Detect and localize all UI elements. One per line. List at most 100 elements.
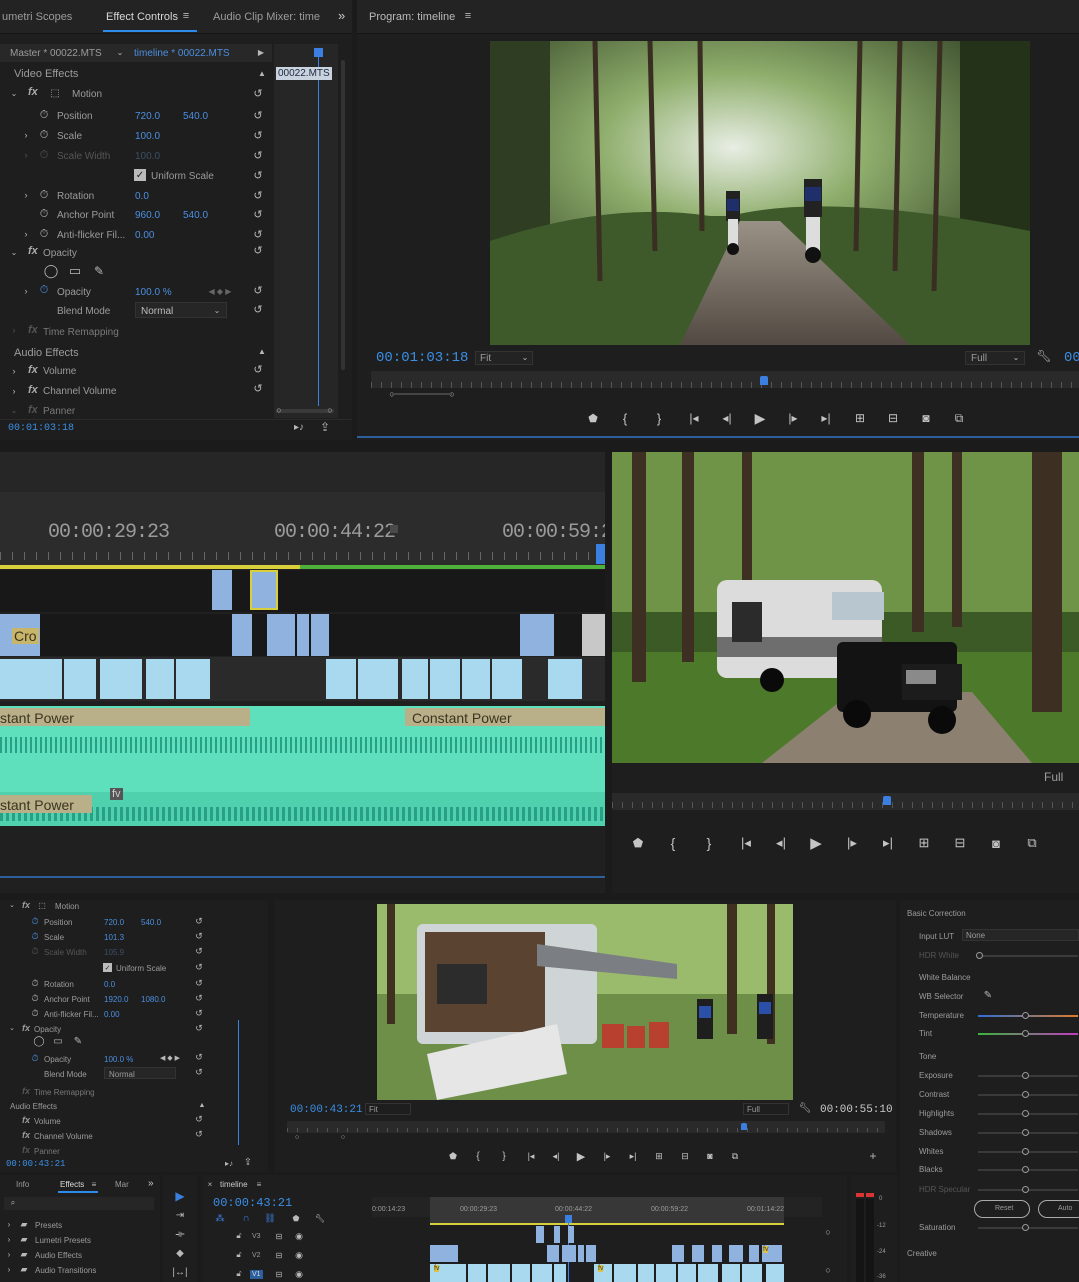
slider-knob[interactable]	[1022, 1110, 1029, 1117]
program-timecode[interactable]: 00:00:43:21	[290, 1104, 363, 1116]
reset-icon[interactable]: ↺	[252, 303, 264, 316]
contrast-slider[interactable]	[978, 1091, 1078, 1098]
list-item[interactable]: › ▰ Audio Effects	[0, 1248, 160, 1262]
reset-icon[interactable]: ↺	[194, 931, 204, 941]
property-value-2[interactable]: 540.0	[183, 111, 208, 122]
lock-icon[interactable]: 🔓︎	[234, 1231, 244, 1241]
pen-mask-icon[interactable]: ✎	[72, 1036, 84, 1047]
chevron-right-icon[interactable]: ›	[22, 130, 30, 140]
slider-knob[interactable]	[1022, 1091, 1029, 1098]
reset-icon[interactable]: ↺	[194, 1114, 204, 1124]
eyedropper-icon[interactable]: ✎	[982, 989, 994, 1001]
track-label[interactable]: V1	[250, 1270, 263, 1279]
nest-icon[interactable]: ⁂	[214, 1213, 226, 1223]
rectangle-mask-icon[interactable]: ▭	[67, 263, 83, 278]
clip-v3[interactable]	[250, 570, 278, 610]
mark-in-icon[interactable]: {	[466, 1151, 490, 1162]
stopwatch-icon[interactable]: ⏱	[38, 284, 50, 296]
property-value-1[interactable]: 0.00	[104, 1010, 120, 1019]
reset-icon[interactable]: ↺	[252, 87, 264, 100]
collapse-icon[interactable]: ▲	[198, 1101, 206, 1109]
tab-effect-controls[interactable]: Effect Controls	[106, 11, 178, 23]
eye-icon[interactable]: ◉	[294, 1269, 304, 1279]
camera-icon[interactable]: ◙	[909, 411, 943, 425]
tabs-overflow-icon[interactable]: »	[338, 8, 345, 23]
reset-icon[interactable]: ↺	[252, 382, 264, 395]
camera-icon[interactable]: ◙	[698, 1151, 722, 1161]
stopwatch-icon[interactable]: ⏱	[30, 978, 40, 988]
scroll-handle-icon[interactable]: ○	[823, 1265, 833, 1275]
go-to-out-icon[interactable]: ▸|	[809, 411, 843, 425]
chevron-down-icon[interactable]: ⌄	[10, 88, 18, 98]
property-value-1[interactable]: 720.0	[104, 918, 124, 927]
slider-knob[interactable]	[1022, 1129, 1029, 1136]
clip-v2[interactable]	[578, 1245, 584, 1262]
rectangle-mask-icon[interactable]: ▭	[52, 1036, 64, 1047]
go-to-out-icon[interactable]: ▸|	[620, 1151, 646, 1162]
clip-v1[interactable]	[614, 1264, 636, 1282]
reset-icon[interactable]: ↺	[194, 978, 204, 988]
clip-v1[interactable]	[638, 1264, 654, 1282]
sequence-clip-label[interactable]: timeline * 00022.MTS	[134, 48, 230, 59]
property-value-1[interactable]: 0.0	[135, 191, 149, 202]
step-back-icon[interactable]: ◂|	[711, 411, 743, 425]
list-item[interactable]: › ▰ Video Effects	[0, 1278, 160, 1282]
clip-v2[interactable]	[586, 1245, 596, 1262]
clip-v2[interactable]	[712, 1245, 722, 1262]
clip-v2[interactable]	[311, 614, 329, 656]
step-back-icon[interactable]: ◂|	[544, 1151, 568, 1162]
zoom-handle-icon[interactable]: ○	[325, 405, 335, 415]
slider-knob[interactable]	[1022, 1148, 1029, 1155]
white-balance-heading[interactable]: White Balance	[919, 973, 971, 982]
source-clip-label[interactable]: Master * 00022.MTS	[10, 48, 102, 59]
sync-lock-icon[interactable]: ⊟	[274, 1231, 284, 1241]
clip-v1[interactable]	[722, 1264, 740, 1282]
reset-icon[interactable]: ↺	[252, 363, 264, 376]
sync-lock-icon[interactable]: ⊟	[274, 1269, 284, 1279]
ellipse-mask-icon[interactable]: ◯	[43, 263, 59, 278]
slider-knob[interactable]	[1022, 1186, 1029, 1193]
resolution-value[interactable]: Full	[1044, 770, 1063, 784]
clip-v1[interactable]	[326, 659, 356, 699]
chevron-down-icon[interactable]: ⌄	[10, 405, 18, 415]
effects-search-input[interactable]	[4, 1197, 154, 1210]
property-value-2[interactable]: 1080.0	[141, 995, 165, 1004]
shadows-slider[interactable]	[978, 1129, 1078, 1136]
play-icon[interactable]: ▶	[798, 834, 834, 852]
property-value-1[interactable]: 100.0	[135, 131, 160, 142]
clip-v1[interactable]	[64, 659, 96, 699]
blacks-slider[interactable]	[978, 1166, 1078, 1173]
close-icon[interactable]: ×	[206, 1179, 214, 1189]
opacity-value[interactable]: 100.0 %	[104, 1055, 133, 1064]
play-triangle-icon[interactable]: ▶	[257, 47, 265, 57]
playhead-marker[interactable]	[596, 544, 605, 564]
mark-in-icon[interactable]: {	[656, 835, 690, 851]
reset-icon[interactable]: ↺	[252, 129, 264, 142]
slider-knob[interactable]	[1022, 1166, 1029, 1173]
camera-icon[interactable]: ◙	[978, 836, 1014, 851]
stopwatch-icon[interactable]: ⏱	[38, 228, 50, 240]
clip-v1[interactable]	[430, 659, 460, 699]
clip-v1[interactable]	[0, 659, 62, 699]
list-item[interactable]: › ▰ Lumetri Presets	[0, 1233, 160, 1247]
clip-v1[interactable]	[462, 659, 490, 699]
extract-icon[interactable]: ⊟	[877, 411, 909, 425]
clip-v1[interactable]	[766, 1264, 784, 1282]
go-to-in-icon[interactable]: |◂	[728, 835, 764, 851]
add-marker-icon[interactable]: ⬟	[290, 1213, 302, 1223]
mark-out-icon[interactable]: }	[690, 835, 728, 851]
sync-lock-icon[interactable]: ⊟	[274, 1250, 284, 1260]
program-timecode[interactable]: 00:01:03:18	[376, 350, 468, 366]
reset-icon[interactable]: ↺	[194, 993, 204, 1003]
slider-knob[interactable]	[1022, 1224, 1029, 1231]
panel-menu-icon[interactable]: ≡	[90, 1179, 98, 1189]
saturation-slider[interactable]	[978, 1224, 1078, 1231]
effect-timecode[interactable]: 00:01:03:18	[8, 423, 74, 434]
reset-icon[interactable]: ↺	[252, 149, 264, 162]
clip-v2[interactable]	[672, 1245, 684, 1262]
selection-tool-icon[interactable]: ▶	[172, 1189, 188, 1203]
hdr-white-slider[interactable]	[976, 952, 1078, 959]
timeline-tab[interactable]: timeline	[220, 1180, 248, 1189]
chevron-right-icon[interactable]: ›	[22, 190, 30, 200]
ellipse-mask-icon[interactable]: ◯	[33, 1036, 45, 1047]
